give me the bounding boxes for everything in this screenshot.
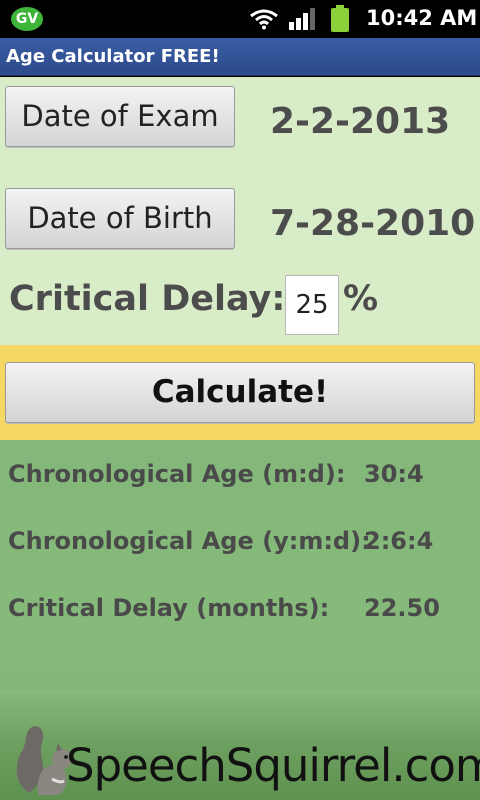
brand-logo: SpeechSquirrel.com (66, 739, 480, 792)
status-time: 10:42 AM (366, 6, 478, 30)
date-of-exam-button[interactable]: Date of Exam (5, 86, 235, 147)
calculate-band: Calculate! (0, 345, 480, 440)
gv-icon: GV (11, 7, 43, 31)
signal-icon (289, 8, 315, 30)
result-label: Chronological Age (m:d): (8, 460, 346, 488)
result-row-age-md: Chronological Age (m:d): 30:4 (0, 460, 480, 500)
calculate-button[interactable]: Calculate! (5, 362, 475, 423)
birth-date-value: 7-28-2010 (270, 203, 476, 244)
critical-delay-label: Critical Delay: (9, 279, 286, 319)
result-row-critical-delay: Critical Delay (months): 22.50 (0, 594, 480, 634)
app-title: Age Calculator FREE! (6, 46, 220, 67)
title-bar: Age Calculator FREE! (0, 38, 480, 76)
percent-sign: % (343, 279, 379, 319)
result-value: 22.50 (364, 594, 440, 622)
date-of-birth-button[interactable]: Date of Birth (5, 188, 235, 249)
result-label: Critical Delay (months): (8, 594, 330, 622)
result-value: 30:4 (364, 460, 424, 488)
input-section: Date of Exam 2-2-2013 Date of Birth 7-28… (0, 77, 480, 345)
wifi-icon (250, 9, 278, 30)
result-row-age-ymd: Chronological Age (y:m:d): 2:6:4 (0, 527, 480, 567)
exam-date-value: 2-2-2013 (270, 101, 451, 142)
result-label: Chronological Age (y:m:d): (8, 527, 371, 555)
status-bar: GV 10:42 AM (0, 0, 480, 38)
critical-delay-input[interactable] (285, 275, 339, 335)
result-value: 2:6:4 (364, 527, 434, 555)
battery-icon (331, 5, 349, 32)
